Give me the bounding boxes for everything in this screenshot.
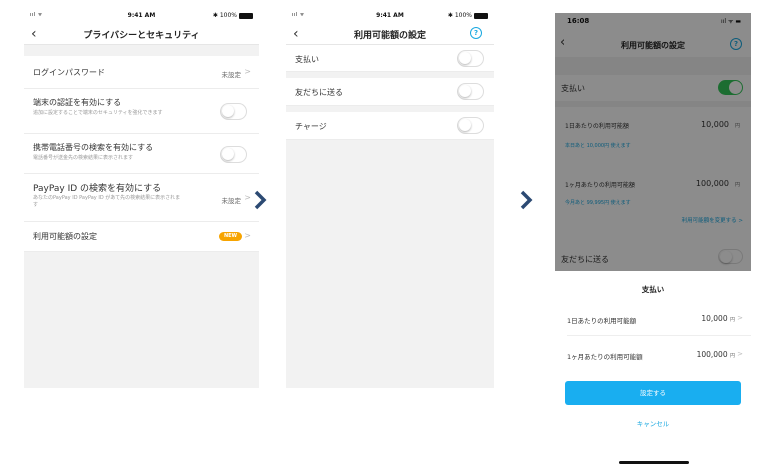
modal-overlay[interactable] (555, 13, 751, 271)
charge-toggle[interactable] (457, 117, 484, 134)
chevron-right-icon (520, 190, 533, 210)
send-to-friends-row: 友だちに送る (286, 78, 494, 106)
cancel-button[interactable]: キャンセル (555, 418, 751, 428)
row-label: 携帯電話番号の検索を有効にする (33, 143, 154, 152)
payment-toggle[interactable] (457, 50, 484, 67)
chevron-right-icon: > (737, 350, 743, 358)
row-value: 10,000 円 (701, 314, 735, 323)
row-description: あなたのPayPay ID PayPay ID があて先の検索結果に表示されます (33, 195, 181, 208)
sheet-daily-limit-row[interactable]: 1日あたりの利用可能額 10,000 円 > (567, 304, 751, 336)
phone-search-row: 携帯電話番号の検索を有効にする 電話番号が送金先の検索結果に表示されます (24, 134, 259, 174)
status-bar: ııl ᯤ 9:41 AM ✱ 100% (286, 8, 494, 23)
login-password-row[interactable]: ログインパスワード 未設定 > (24, 56, 259, 89)
payment-row: 支払い (286, 45, 494, 72)
row-description: 電話番号が送金先の検索結果に表示されます (33, 155, 134, 161)
chevron-right-icon: > (244, 67, 251, 76)
page-title: プライバシーとセキュリティ (83, 31, 200, 41)
charge-row: チャージ (286, 112, 494, 140)
device-auth-row: 端末の認証を有効にする 追加に設定することで端末のセキュリティを強化できます (24, 89, 259, 134)
phone-search-toggle[interactable] (220, 146, 247, 163)
row-value: 100,000 円 (697, 350, 735, 359)
row-label: 1日あたりの利用可能額 (567, 317, 637, 325)
row-value: 未設定 (221, 71, 242, 79)
send-to-friends-toggle[interactable] (457, 83, 484, 100)
value-unit: 円 (729, 353, 735, 359)
page-title: 利用可能額の設定 (353, 31, 426, 41)
nav-bar: ‹ プライバシーとセキュリティ (24, 23, 259, 45)
confirm-button[interactable]: 設定する (565, 381, 741, 405)
value-number: 10,000 (701, 314, 728, 323)
row-label: 端末の認証を有効にする (33, 98, 122, 107)
status-bar: ııl ᯤ 9:41 AM ✱ 100% (24, 8, 259, 23)
chevron-right-icon (254, 190, 267, 210)
battery-text: ✱ 100% (447, 12, 472, 19)
battery-icon (474, 12, 488, 19)
battery-indicator: ✱ 100% (448, 12, 488, 19)
row-label: ログインパスワード (33, 68, 105, 77)
sheet-title: 支払い (641, 285, 665, 294)
nav-bar: ‹ 利用可能額の設定 ? (286, 23, 494, 45)
battery-icon (239, 12, 253, 19)
chevron-right-icon: > (737, 314, 743, 322)
sheet-monthly-limit-row[interactable]: 1ヶ月あたりの利用可能額 100,000 円 > (567, 340, 751, 372)
row-description: 追加に設定することで端末のセキュリティを強化できます (33, 110, 163, 116)
device-auth-toggle[interactable] (220, 103, 247, 120)
row-label: PayPay ID の検索を有効にする (33, 184, 162, 194)
chevron-right-icon: > (244, 231, 251, 240)
chevron-right-icon: > (244, 193, 251, 202)
battery-text: ✱ 100% (212, 12, 237, 19)
row-label: チャージ (295, 122, 327, 131)
home-indicator (619, 461, 689, 464)
value-unit: 円 (729, 317, 735, 323)
row-label: 1ヶ月あたりの利用可能額 (567, 353, 643, 361)
help-icon[interactable]: ? (470, 27, 482, 39)
row-label: 友だちに送る (295, 88, 343, 97)
row-label: 支払い (295, 55, 319, 64)
privacy-security-screen: ııl ᯤ 9:41 AM ✱ 100% ‹ プライバシーとセキュリティ ログイ… (24, 8, 259, 388)
paypay-id-search-row[interactable]: PayPay ID の検索を有効にする あなたのPayPay ID PayPay… (24, 174, 259, 222)
new-badge: NEW (219, 232, 242, 241)
row-value: 未設定 (221, 197, 242, 205)
row-label: 利用可能額の設定 (33, 232, 97, 241)
value-number: 100,000 (696, 350, 728, 359)
limit-settings-screen: ııl ᯤ 9:41 AM ✱ 100% ‹ 利用可能額の設定 ? 支払い 友だ… (286, 8, 494, 388)
payment-limit-modal-screen: 16:08 ııl ᯤ ▬ ‹ 利用可能額の設定 ? 支払い 1日あたりの利用可… (555, 13, 751, 469)
battery-indicator: ✱ 100% (213, 12, 253, 19)
limit-setting-row[interactable]: 利用可能額の設定 NEW > (24, 222, 259, 252)
